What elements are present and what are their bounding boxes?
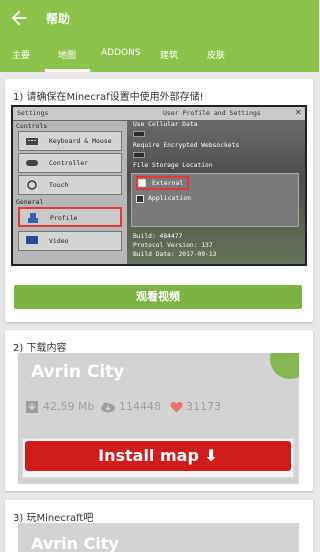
mc-websockets-toggle (133, 152, 145, 158)
mc-keyboard-button: Keyboard & Mouse (18, 131, 122, 151)
profile-icon (28, 213, 38, 223)
minecraft-settings-screenshot: Settings User Profile and Settings ✕ Con… (11, 105, 307, 266)
mc-profile-label: User Profile and Settings (163, 109, 261, 117)
tab-addons[interactable]: ADDONS (101, 48, 141, 58)
mc-left-panel: Controls Keyboard & Mouse Controller Tou… (13, 121, 127, 264)
map-name-2: Avrin City (31, 534, 119, 552)
back-arrow-icon[interactable] (8, 7, 30, 29)
mc-profile-button: Profile (18, 207, 122, 227)
help-card-3: 3) 玩Minecraft吧 Avrin City (5, 500, 313, 552)
mc-protocol: Protocol Version: 137 (133, 242, 213, 249)
mc-keyboard-label: Keyboard & Mouse (49, 137, 112, 145)
mc-profile-btn-label: Profile (50, 214, 78, 222)
mc-build-date: Build Date: 2017-09-13 (133, 251, 217, 258)
like-count: 31173 (186, 400, 221, 413)
tab-bar: 主要 地图 ADDONS 建筑 皮肤 (0, 38, 319, 72)
map-size: 42,59 Mb (43, 400, 95, 413)
install-map-button: Install map ⬇ (25, 441, 291, 471)
cloud-download-icon (101, 402, 115, 413)
download-circle (270, 353, 299, 379)
step-2-title: 2) 下载内容 (13, 343, 67, 354)
mc-titlebar: Settings User Profile and Settings ✕ (13, 107, 305, 121)
mc-video-button: Video (18, 231, 122, 251)
tab-main[interactable]: 主要 (12, 48, 30, 61)
keyboard-icon (26, 138, 38, 145)
mc-controls-header: Controls (16, 122, 48, 130)
controller-icon (26, 160, 38, 166)
mc-cellular-toggle (133, 131, 145, 137)
mc-settings-label: Settings (17, 109, 49, 117)
mc-storage-box: External Application (131, 173, 299, 227)
help-card-1: 1) 请确保在Minecraf设置中使用外部存储! Settings User … (5, 79, 313, 322)
heart-icon (170, 402, 183, 413)
touch-icon (27, 180, 37, 190)
step-3-title: 3) 玩Minecraft吧 (13, 513, 94, 524)
mc-storage-label: File Storage Location (133, 162, 213, 169)
close-icon: ✕ (295, 108, 302, 117)
mc-build: Build: 484477 (133, 233, 183, 240)
mc-cellular-label: Use Cellular Data (133, 121, 198, 128)
mc-general-header: General (16, 198, 44, 206)
watch-video-button[interactable]: 观看视频 (14, 285, 302, 309)
monitor-icon (26, 236, 38, 244)
map-preview: Avrin City 42,59 Mb 114448 31173 Install… (18, 353, 299, 484)
mc-websockets-label: Require Encrypted Websockets (133, 142, 240, 149)
page-title: 帮助 (46, 12, 71, 26)
tab-buildings[interactable]: 建筑 (160, 48, 178, 61)
mc-touch-button: Touch (18, 175, 122, 195)
mc-touch-label: Touch (49, 181, 69, 189)
step-1-title: 1) 请确保在Minecraf设置中使用外部存储! (13, 92, 204, 103)
mc-video-label: Video (49, 237, 69, 245)
tab-maps[interactable]: 地图 (58, 48, 76, 61)
mc-radio-application: Application (136, 194, 191, 203)
map-name: Avrin City (31, 362, 125, 382)
download-count: 114448 (119, 400, 161, 413)
app-bar: 帮助 主要 地图 ADDONS 建筑 皮肤 (0, 0, 319, 72)
tab-indicator (45, 69, 90, 72)
mc-controller-button: Controller (18, 153, 122, 173)
tab-skins[interactable]: 皮肤 (207, 48, 225, 61)
help-card-2: 2) 下载内容 Avrin City 42,59 Mb 114448 31173… (5, 330, 313, 491)
install-area: Install map ⬇ (22, 438, 294, 478)
mc-right-panel: Use Cellular Data Require Encrypted Webs… (127, 121, 305, 264)
mc-controller-label: Controller (49, 159, 89, 167)
download-box-icon (26, 401, 38, 413)
map-preview-2: Avrin City (18, 523, 299, 552)
mc-radio-external: External (136, 176, 190, 190)
